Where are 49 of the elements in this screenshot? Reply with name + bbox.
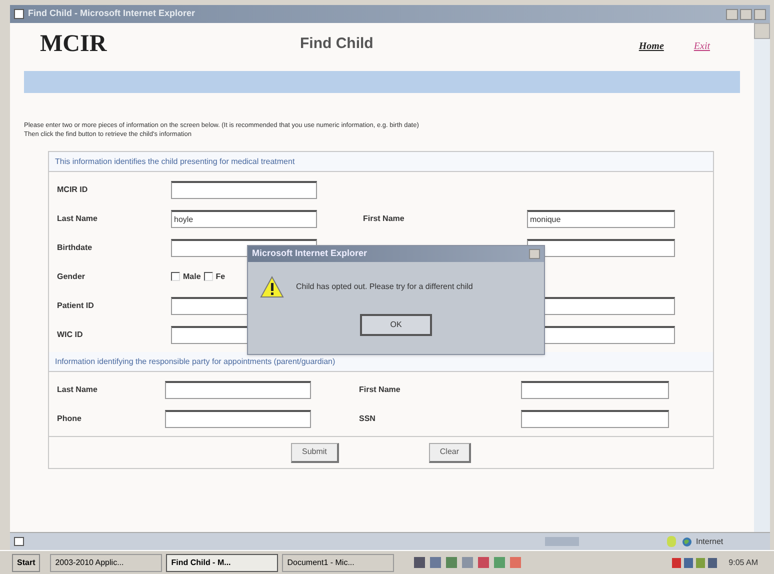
field-label: Phone: [57, 412, 82, 424]
quick-launch-icon[interactable]: [446, 557, 458, 568]
input-field[interactable]: [521, 380, 669, 398]
field-label: Last Name: [57, 212, 98, 224]
app-icon: [14, 9, 24, 19]
page-title: Find Child: [300, 34, 374, 54]
taskbar-button[interactable]: Document1 - Mic...: [282, 554, 394, 572]
field-label: SSN: [359, 412, 376, 424]
field-label: WIC ID: [57, 328, 84, 340]
field-label: First Name: [359, 384, 402, 396]
security-zone: Internet: [696, 536, 724, 548]
submit-button[interactable]: Submit: [290, 442, 339, 462]
quick-launch-icon[interactable]: [430, 557, 442, 568]
field-label: Patient ID: [57, 300, 95, 312]
input-field[interactable]: [527, 238, 675, 256]
input-field[interactable]: [165, 380, 311, 398]
ok-button[interactable]: OK: [360, 314, 432, 336]
quick-launch-icon[interactable]: [478, 557, 490, 568]
field-label: First Name: [363, 212, 406, 224]
quick-launch-icon[interactable]: [414, 557, 426, 568]
field-label: Last Name: [57, 384, 98, 396]
warning-icon: [260, 276, 284, 298]
field-label: Gender: [57, 270, 86, 282]
window-title: Find Child - Microsoft Internet Explorer: [28, 7, 196, 20]
taskbar-button[interactable]: Find Child - M...: [166, 554, 278, 572]
start-button[interactable]: Start: [12, 554, 40, 572]
clear-button[interactable]: Clear: [428, 442, 472, 462]
field-label: Birthdate: [57, 242, 94, 254]
checkbox[interactable]: [204, 272, 213, 281]
input-field[interactable]: [521, 410, 669, 428]
field-label: MCIR ID: [57, 184, 89, 196]
logo: MCIR: [40, 30, 108, 59]
globe-icon: [682, 536, 692, 546]
exit-link[interactable]: Exit: [694, 38, 710, 54]
input-field[interactable]: monique: [527, 210, 675, 228]
page-icon: [14, 537, 24, 546]
input-field[interactable]: hoyle: [171, 210, 317, 228]
dialog-title: Microsoft Internet Explorer: [252, 247, 368, 260]
clock: 9:05 AM: [728, 556, 758, 568]
checkbox[interactable]: [171, 272, 180, 281]
dialog-message: Child has opted out. Please try for a different child: [296, 281, 473, 293]
section-heading: This information identifies the child presenting for medical treatment: [49, 152, 713, 172]
checkbox-label: Male: [183, 270, 201, 282]
checkbox-label: Fe: [216, 270, 226, 282]
home-link[interactable]: Home: [638, 38, 664, 54]
section-heading: Information identifying the responsible party for appointments (parent/guardian): [49, 352, 713, 372]
taskbar-button[interactable]: 2003-2010 Applic...: [50, 554, 162, 572]
input-field[interactable]: [171, 180, 317, 198]
input-field[interactable]: [165, 410, 311, 428]
